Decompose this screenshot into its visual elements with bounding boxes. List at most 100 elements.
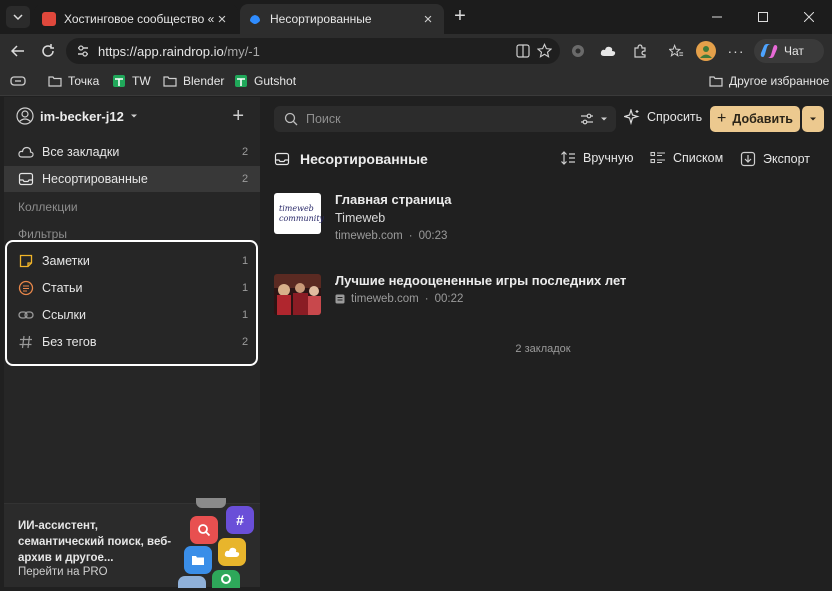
more-menu-button[interactable]: ··· (724, 40, 748, 62)
copilot-label: Чат (784, 44, 804, 58)
copilot-chat-button[interactable]: Чат (754, 39, 824, 63)
split-screen-icon[interactable] (516, 44, 530, 58)
bookmarks-bar: Точка TW Blender Gutshot Другое избранно… (0, 68, 832, 96)
bookmark-label: Другое избранное (729, 74, 830, 88)
pro-promo-banner[interactable]: ИИ-ассистент, семантический поиск, веб-а… (4, 498, 260, 588)
close-tab-icon[interactable]: × (214, 11, 230, 28)
list-view-icon (650, 151, 665, 164)
bookmark-label: Точка (68, 74, 100, 88)
bookmark-tochka[interactable]: Точка (48, 74, 99, 88)
search-icon (284, 112, 298, 126)
page-title-text: Несортированные (300, 151, 428, 167)
search-input[interactable]: Поиск (274, 106, 616, 132)
bookmark-blender[interactable]: Blender (163, 74, 224, 88)
tab-actions-button[interactable] (6, 6, 30, 28)
inbox-icon (274, 152, 290, 166)
user-icon (16, 107, 34, 125)
folder-icon (709, 76, 723, 87)
url-path: /my/-1 (223, 43, 260, 59)
folder-tile-icon (184, 546, 212, 574)
address-bar[interactable]: https://app.raindrop.io/my/-1 (66, 38, 560, 64)
other-bookmarks-folder[interactable]: Другое избранное (709, 74, 829, 88)
inbox-icon (18, 172, 34, 186)
export-icon (740, 151, 756, 167)
cloud-icon (600, 46, 616, 56)
plus-icon: + (717, 110, 727, 127)
new-tab-button[interactable]: + (450, 6, 470, 28)
puzzle-icon (634, 44, 646, 58)
star-icon[interactable] (537, 43, 552, 58)
sidebar-item-all-bookmarks[interactable]: Все закладки 2 (4, 139, 260, 165)
avatar (696, 41, 716, 61)
reload-button[interactable] (36, 40, 60, 62)
search-filter-button[interactable] (580, 112, 608, 126)
bookmark-meta: timeweb.com · 00:22 (335, 293, 463, 305)
bookmark-gutshot[interactable]: Gutshot (234, 74, 296, 88)
export-button[interactable]: Экспорт (740, 151, 810, 167)
tab-unsorted[interactable]: Несортированные × (240, 4, 444, 34)
main-content: Поиск Спросить + Добавить Несортированны… (262, 97, 832, 591)
caret-down-icon (601, 117, 607, 121)
bookmark-item[interactable]: Лучшие недооцененные игры последних лет … (274, 273, 824, 319)
address-toolbar: https://app.raindrop.io/my/-1 ··· Чат (0, 34, 832, 68)
upgrade-pro-link[interactable]: Перейти на PRO (18, 566, 108, 578)
promo-tile-blue (178, 576, 206, 588)
export-label: Экспорт (763, 152, 810, 166)
green-sheet-icon (113, 75, 125, 87)
close-tab-icon[interactable]: × (420, 11, 436, 28)
extension-gear-icon (572, 45, 584, 57)
bookmark-label: TW (132, 74, 151, 88)
ask-ai-button[interactable]: Спросить (624, 109, 702, 125)
raindrop-favicon-icon (248, 12, 262, 26)
view-mode-button[interactable]: Списком (650, 151, 723, 165)
close-window-button[interactable] (786, 0, 832, 34)
caret-down-icon (810, 117, 816, 121)
username: im-becker-j12 (40, 108, 124, 124)
bookmark-tw[interactable]: TW (112, 74, 151, 88)
profile-button[interactable] (694, 40, 718, 62)
search-tile-icon (190, 516, 218, 544)
arrow-left-icon (11, 45, 24, 57)
promo-tile-grey (196, 498, 226, 508)
copilot-icon (760, 44, 778, 58)
meta-separator: · (424, 293, 429, 305)
add-collection-button[interactable]: + (232, 105, 244, 128)
bookmark-item[interactable]: timeweb community Главная страница Timew… (274, 192, 824, 253)
back-button[interactable] (6, 40, 30, 62)
sort-label: Вручную (583, 151, 634, 165)
favorites-button[interactable] (664, 40, 688, 62)
cloud-outline-icon (18, 146, 34, 158)
sort-button[interactable]: Вручную (560, 151, 633, 165)
sidebar-item-label: Все закладки (42, 145, 120, 159)
tab-timeweb[interactable]: Хостинговое сообщество «Timew × (34, 4, 238, 34)
bookmark-title[interactable]: Главная страница (335, 192, 451, 207)
page-title: Несортированные (274, 151, 428, 167)
maximize-button[interactable] (740, 0, 786, 34)
bookmark-label: Gutshot (254, 74, 297, 88)
filters-highlight-frame (5, 240, 258, 366)
add-options-dropdown[interactable] (802, 106, 824, 132)
green-tile-icon (212, 570, 240, 588)
sliders-icon (581, 113, 593, 125)
reload-icon (42, 44, 54, 57)
filters-section-label[interactable]: Фильтры (18, 227, 67, 241)
bookmark-thumbnail: timeweb community (274, 193, 325, 234)
bookmark-title[interactable]: Лучшие недооцененные игры последних лет (335, 273, 626, 288)
sidebar-item-unsorted[interactable]: Несортированные 2 (4, 166, 260, 192)
sidebar-item-count: 2 (241, 146, 249, 158)
collections-section-label[interactable]: Коллекции (18, 200, 78, 214)
extension-button[interactable] (566, 40, 590, 62)
view-mode-label: Списком (673, 151, 724, 165)
thumbnail-logo-text: timeweb community (279, 203, 325, 223)
close-icon (804, 12, 814, 22)
add-bookmark-button[interactable]: + Добавить (710, 106, 800, 132)
hashtag-tile-icon: # (226, 506, 254, 534)
user-menu[interactable]: im-becker-j12 (16, 107, 138, 125)
extensions-button[interactable] (628, 40, 652, 62)
minimize-button[interactable] (694, 0, 740, 34)
cloud-extension-button[interactable] (596, 40, 620, 62)
bookmark-domain: timeweb.com (335, 230, 403, 242)
bookmarks-menu-button[interactable] (10, 74, 26, 88)
chevron-down-icon (13, 14, 23, 21)
address-url: https://app.raindrop.io/my/-1 (98, 44, 260, 59)
